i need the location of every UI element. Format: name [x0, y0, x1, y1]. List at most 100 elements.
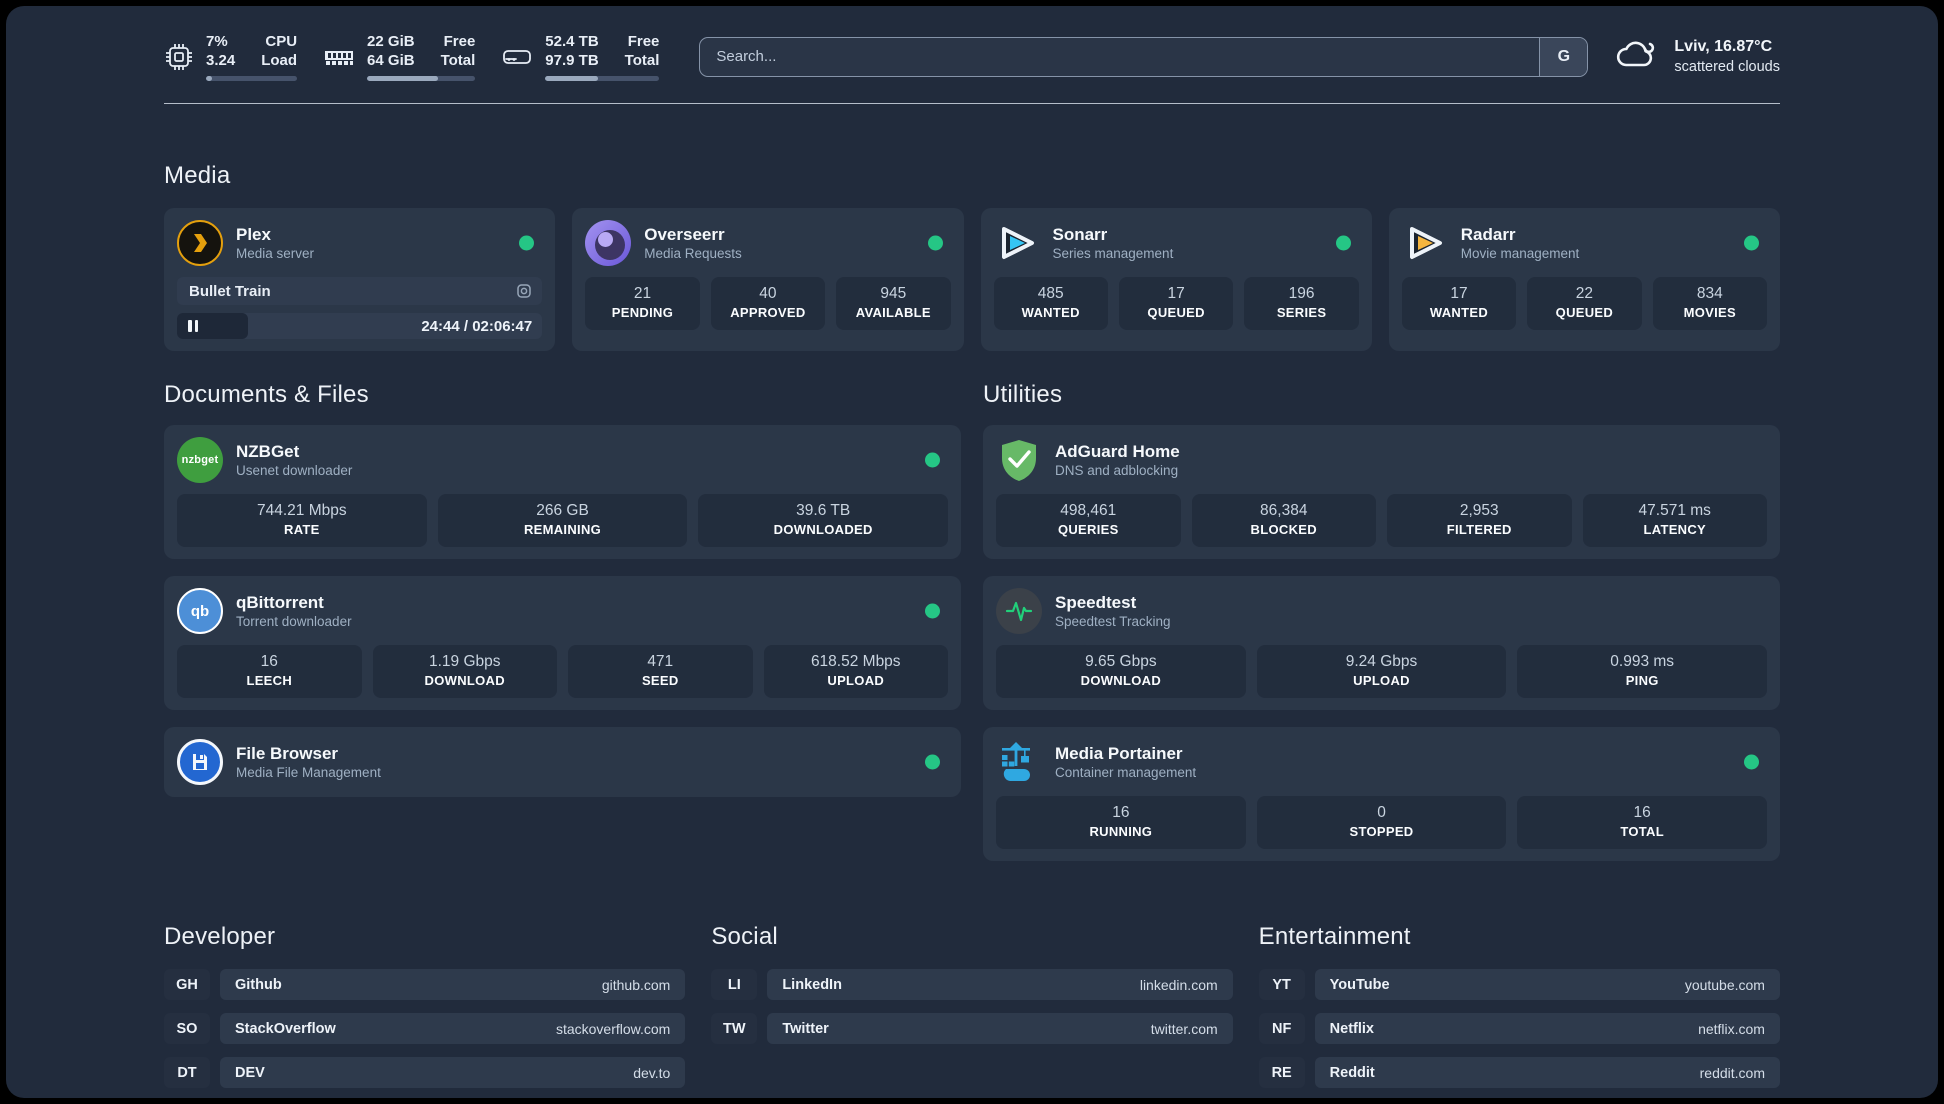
card-adguard: AdGuard Home DNS and adblocking 498,461 Q…: [983, 425, 1780, 559]
status-dot: [925, 603, 940, 619]
app-title: Speedtest: [1055, 592, 1137, 612]
link-dev[interactable]: DEV dev.to: [220, 1057, 686, 1088]
app-qbittorrent[interactable]: qb qBittorrent Torrent downloader: [177, 588, 948, 634]
stat-tile: 1.19 Gbps DOWNLOAD: [372, 645, 557, 698]
stat-tile: 16 LEECH: [177, 645, 362, 698]
status-dot: [925, 452, 940, 468]
search-bar: G: [699, 36, 1589, 77]
app-plex[interactable]: Plex Media server: [177, 220, 542, 266]
cpu-stat-group: 7% 3.24 CPU Load: [164, 32, 298, 81]
card-radarr: Radarr Movie management 17 WANTED 22 QUEUE…: [1388, 208, 1780, 351]
search-engine-button[interactable]: G: [1539, 37, 1588, 76]
link-netflix[interactable]: Netflix netflix.com: [1314, 1013, 1780, 1044]
app-speedtest[interactable]: Speedtest Speedtest Tracking: [996, 588, 1767, 634]
app-overseerr[interactable]: Overseerr Media Requests: [585, 220, 950, 266]
link-row-reddit: RE Reddit reddit.com: [1258, 1057, 1780, 1088]
documents-column: Documents & Files nzbget NZBGet Usenet d…: [164, 381, 961, 861]
topbar: 7% 3.24 CPU Load 22 GiB 64 GiB Free Tota…: [164, 32, 1780, 81]
portainer-icon: [996, 739, 1042, 785]
app-desc: Container management: [1055, 764, 1197, 780]
card-speedtest: Speedtest Speedtest Tracking 9.65 Gbps DO…: [983, 576, 1780, 710]
app-portainer[interactable]: Media Portainer Container management: [996, 739, 1767, 785]
utilities-column: Utilities AdGuard Home DNS and adblockin…: [983, 381, 1780, 861]
link-tag: GH: [164, 969, 210, 1000]
disk-progress: [545, 76, 660, 81]
stat-tile: 47.571 ms LATENCY: [1582, 494, 1767, 547]
card-nzbget: nzbget NZBGet Usenet downloader 744.21 M…: [164, 425, 961, 559]
link-tag: YT: [1258, 969, 1305, 1000]
app-adguard[interactable]: AdGuard Home DNS and adblocking: [996, 437, 1767, 483]
app-desc: Media File Management: [236, 764, 381, 780]
search-input[interactable]: [700, 37, 1540, 76]
app-radarr[interactable]: Radarr Movie management: [1402, 220, 1767, 266]
playback-progress: 24:44 / 02:06:47: [177, 313, 543, 339]
app-title: Sonarr: [1052, 224, 1108, 244]
link-stackoverflow[interactable]: StackOverflow stackoverflow.com: [220, 1013, 686, 1044]
session-icon: [516, 283, 532, 299]
stat-tile: 39.6 TB DOWNLOADED: [698, 494, 949, 547]
disk-values: 52.4 TB 97.9 TB: [545, 33, 599, 69]
cpu-progress: [206, 76, 298, 81]
weather-widget: Lviv, 16.87°C scattered clouds: [1614, 37, 1780, 77]
app-desc: Usenet downloader: [236, 462, 353, 478]
stat-tile: 16 TOTAL: [1517, 796, 1768, 849]
app-title: AdGuard Home: [1055, 441, 1180, 461]
ram-progress: [367, 76, 476, 81]
app-title: Media Portainer: [1055, 743, 1183, 763]
card-plex: Plex Media server Bullet Train 24:44 / 0…: [164, 208, 556, 351]
entertainment-section: Entertainment YT YouTube youtube.com NF N…: [1258, 923, 1780, 1098]
stat-tile: 16 RUNNING: [996, 796, 1246, 849]
link-youtube[interactable]: YouTube youtube.com: [1314, 969, 1780, 1000]
app-sonarr[interactable]: Sonarr Series management: [994, 220, 1359, 266]
stat-tile: 0 STOPPED: [1256, 796, 1507, 849]
link-reddit[interactable]: Reddit reddit.com: [1314, 1057, 1780, 1088]
app-title: Plex: [236, 224, 271, 244]
link-tag: NF: [1258, 1013, 1305, 1044]
nzbget-icon: nzbget: [177, 437, 223, 483]
link-tag: TW: [711, 1013, 758, 1044]
stat-tile: 498,461 QUERIES: [996, 494, 1181, 547]
stat-tile: 21 PENDING: [585, 277, 700, 330]
link-row-twitter: TW Twitter twitter.com: [711, 1013, 1233, 1044]
link-tag: DT: [164, 1057, 210, 1088]
stat-tile: 17 QUEUED: [1118, 277, 1234, 330]
developer-section: Developer GH Github github.com SO StackOv…: [164, 923, 686, 1098]
link-row-youtube: YT YouTube youtube.com: [1258, 969, 1780, 1000]
app-desc: Speedtest Tracking: [1055, 613, 1171, 629]
app-title: Overseerr: [644, 224, 725, 244]
ram-values: 22 GiB 64 GiB: [367, 33, 415, 69]
app-desc: Torrent downloader: [236, 613, 352, 629]
overseerr-icon: [585, 220, 632, 266]
ram-stat-group: 22 GiB 64 GiB Free Total: [323, 32, 476, 81]
stat-tile: 22 QUEUED: [1527, 277, 1642, 330]
cpu-values: 7% 3.24: [206, 33, 236, 69]
stat-tile: 196 SERIES: [1244, 277, 1359, 330]
status-dot: [1744, 754, 1759, 770]
stat-tile: 2,953 FILTERED: [1387, 494, 1572, 547]
link-twitter[interactable]: Twitter twitter.com: [767, 1013, 1233, 1044]
section-heading-entertainment: Entertainment: [1258, 923, 1411, 950]
app-nzbget[interactable]: nzbget NZBGet Usenet downloader: [177, 437, 948, 483]
playback-time: 24:44 / 02:06:47: [421, 317, 533, 335]
status-dot: [1335, 235, 1351, 251]
stat-tile: 834 MOVIES: [1652, 277, 1768, 330]
stat-tile: 0.993 ms PING: [1517, 645, 1768, 698]
pause-button[interactable]: [177, 313, 249, 339]
disk-labels: Free Total: [624, 33, 660, 69]
media-grid: Plex Media server Bullet Train 24:44 / 0…: [164, 208, 1780, 351]
cloud-icon: [1614, 37, 1660, 76]
status-dot: [925, 754, 940, 770]
sonarr-icon: [994, 220, 1040, 266]
social-section: Social LI LinkedIn linkedin.com TW Twitte…: [711, 923, 1233, 1098]
qbittorrent-icon: qb: [177, 588, 223, 634]
link-github[interactable]: Github github.com: [220, 969, 686, 1000]
card-overseerr: Overseerr Media Requests 21 PENDING 40 APP…: [572, 208, 964, 351]
link-row-netflix: NF Netflix netflix.com: [1258, 1013, 1780, 1044]
card-qbittorrent: qb qBittorrent Torrent downloader 16 LEEC…: [164, 576, 961, 710]
ram-labels: Free Total: [440, 33, 476, 69]
link-row-dev: DT DEV dev.to: [164, 1057, 686, 1088]
link-linkedin[interactable]: LinkedIn linkedin.com: [767, 969, 1233, 1000]
app-filebrowser[interactable]: File Browser Media File Management: [177, 739, 948, 785]
stat-tile: 744.21 Mbps RATE: [177, 494, 427, 547]
adguard-icon: [996, 437, 1042, 483]
